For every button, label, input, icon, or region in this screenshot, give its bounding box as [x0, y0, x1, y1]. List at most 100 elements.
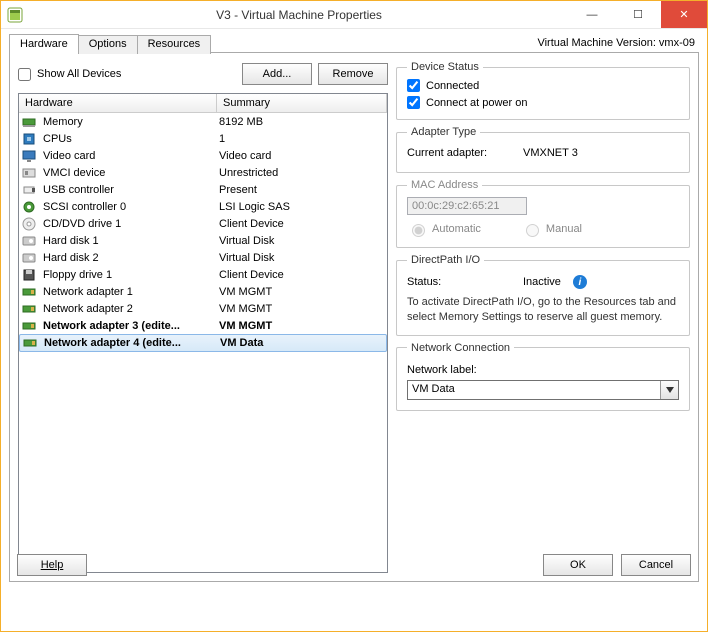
- hardware-summary: Present: [219, 184, 385, 196]
- minimize-button[interactable]: —: [569, 1, 615, 28]
- table-row[interactable]: Memory8192 MB: [19, 113, 387, 130]
- hardware-summary: 1: [219, 133, 385, 145]
- hdd-icon: [21, 250, 37, 266]
- display-icon: [21, 148, 37, 164]
- pci-icon: [21, 165, 37, 181]
- connected-checkbox[interactable]: Connected: [407, 79, 679, 92]
- show-all-devices-label: Show All Devices: [37, 68, 121, 80]
- network-label-value: VM Data: [408, 381, 660, 399]
- app-icon: [7, 7, 23, 23]
- add-button[interactable]: Add...: [242, 63, 312, 85]
- nic-icon: [21, 284, 37, 300]
- column-hardware[interactable]: Hardware: [19, 94, 217, 112]
- adapter-type-label: Current adapter:: [407, 147, 517, 159]
- adapter-type-group: Adapter Type Current adapter: VMXNET 3: [396, 126, 690, 173]
- usb-icon: [21, 182, 37, 198]
- hardware-summary: VM Data: [220, 337, 384, 349]
- cpu-icon: [21, 131, 37, 147]
- hardware-summary: Client Device: [219, 218, 385, 230]
- window-controls: — ☐ ✕: [569, 1, 707, 28]
- hardware-name: Hard disk 1: [43, 235, 219, 247]
- hardware-summary: VM MGMT: [219, 286, 385, 298]
- table-row[interactable]: Network adapter 2VM MGMT: [19, 300, 387, 317]
- close-button[interactable]: ✕: [661, 1, 707, 28]
- hardware-summary: LSI Logic SAS: [219, 201, 385, 213]
- hardware-name: Hard disk 2: [43, 252, 219, 264]
- connected-input[interactable]: [407, 79, 420, 92]
- titlebar: V3 - Virtual Machine Properties — ☐ ✕: [1, 1, 707, 29]
- table-row[interactable]: SCSI controller 0LSI Logic SAS: [19, 198, 387, 215]
- hdd-icon: [21, 233, 37, 249]
- show-all-devices-input[interactable]: [18, 68, 31, 81]
- mac-auto-radio: Automatic: [407, 221, 481, 237]
- memory-icon: [21, 114, 37, 130]
- mac-address-group: MAC Address Automatic Manual: [396, 179, 690, 248]
- hardware-name: VMCI device: [43, 167, 219, 179]
- directpath-hint: To activate DirectPath I/O, go to the Re…: [407, 295, 679, 325]
- device-status-legend: Device Status: [407, 61, 483, 73]
- adapter-type-value: VMXNET 3: [523, 147, 578, 159]
- hardware-name: Floppy drive 1: [43, 269, 219, 281]
- table-row[interactable]: CPUs1: [19, 130, 387, 147]
- table-row[interactable]: VMCI deviceUnrestricted: [19, 164, 387, 181]
- network-label-label: Network label:: [407, 364, 679, 376]
- remove-button[interactable]: Remove: [318, 63, 388, 85]
- info-icon[interactable]: i: [573, 275, 587, 289]
- tabstrip: Hardware Options Resources: [9, 33, 699, 52]
- ok-button[interactable]: OK: [543, 554, 613, 576]
- hardware-summary: Virtual Disk: [219, 235, 385, 247]
- table-row[interactable]: Video cardVideo card: [19, 147, 387, 164]
- mac-address-legend: MAC Address: [407, 179, 482, 191]
- hardware-name: Network adapter 4 (edite...: [44, 337, 220, 349]
- table-row[interactable]: Network adapter 3 (edite...VM MGMT: [19, 317, 387, 334]
- tab-hardware[interactable]: Hardware: [9, 34, 79, 53]
- show-all-devices-checkbox[interactable]: Show All Devices: [18, 68, 121, 81]
- help-button[interactable]: Help: [17, 554, 87, 576]
- directpath-group: DirectPath I/O Status: Inactive i To act…: [396, 254, 690, 336]
- tab-panel-hardware: Show All Devices Add... Remove Hardware …: [9, 52, 699, 582]
- tab-options[interactable]: Options: [78, 35, 138, 54]
- connect-poweron-label: Connect at power on: [426, 97, 528, 109]
- directpath-legend: DirectPath I/O: [407, 254, 484, 266]
- dialog-footer: Help OK Cancel: [1, 540, 707, 590]
- directpath-status-label: Status:: [407, 276, 517, 288]
- window-title: V3 - Virtual Machine Properties: [29, 8, 569, 22]
- table-row[interactable]: CD/DVD drive 1Client Device: [19, 215, 387, 232]
- hardware-summary: Virtual Disk: [219, 252, 385, 264]
- table-row[interactable]: Network adapter 4 (edite...VM Data: [19, 334, 387, 352]
- hardware-summary: Client Device: [219, 269, 385, 281]
- hardware-table-header: Hardware Summary: [19, 94, 387, 113]
- tab-resources[interactable]: Resources: [137, 35, 212, 54]
- hardware-name: SCSI controller 0: [43, 201, 219, 213]
- connect-poweron-input[interactable]: [407, 96, 420, 109]
- maximize-button[interactable]: ☐: [615, 1, 661, 28]
- table-row[interactable]: USB controllerPresent: [19, 181, 387, 198]
- cancel-button[interactable]: Cancel: [621, 554, 691, 576]
- hardware-name: Network adapter 3 (edite...: [43, 320, 219, 332]
- network-connection-group: Network Connection Network label: VM Dat…: [396, 342, 690, 411]
- hardware-summary: Video card: [219, 150, 385, 162]
- column-summary[interactable]: Summary: [217, 94, 387, 112]
- hardware-name: CD/DVD drive 1: [43, 218, 219, 230]
- mac-address-input: [407, 197, 527, 215]
- floppy-icon: [21, 267, 37, 283]
- hardware-summary: VM MGMT: [219, 303, 385, 315]
- table-row[interactable]: Floppy drive 1Client Device: [19, 266, 387, 283]
- hardware-name: Memory: [43, 116, 219, 128]
- connected-label: Connected: [426, 80, 479, 92]
- chevron-down-icon[interactable]: [660, 381, 678, 399]
- hardware-name: Network adapter 1: [43, 286, 219, 298]
- mac-manual-radio: Manual: [521, 221, 582, 237]
- table-row[interactable]: Hard disk 1Virtual Disk: [19, 232, 387, 249]
- table-row[interactable]: Network adapter 1VM MGMT: [19, 283, 387, 300]
- network-connection-legend: Network Connection: [407, 342, 514, 354]
- hardware-table: Hardware Summary Memory8192 MBCPUs1Video…: [18, 93, 388, 573]
- hardware-summary: Unrestricted: [219, 167, 385, 179]
- table-row[interactable]: Hard disk 2Virtual Disk: [19, 249, 387, 266]
- connect-poweron-checkbox[interactable]: Connect at power on: [407, 96, 679, 109]
- device-status-group: Device Status Connected Connect at power…: [396, 61, 690, 120]
- adapter-type-legend: Adapter Type: [407, 126, 480, 138]
- hardware-name: Network adapter 2: [43, 303, 219, 315]
- network-label-combo[interactable]: VM Data: [407, 380, 679, 400]
- hardware-summary: VM MGMT: [219, 320, 385, 332]
